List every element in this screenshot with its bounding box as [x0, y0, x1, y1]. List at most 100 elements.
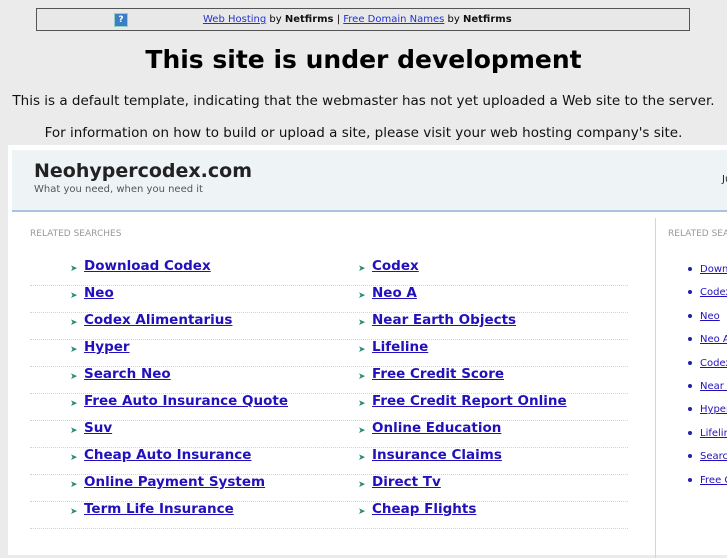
arrow-icon: ➤ [358, 507, 366, 517]
by-text: by [447, 14, 460, 25]
site-header: Neohypercodex.com What you need, when yo… [12, 150, 727, 212]
arrow-icon: ➤ [70, 480, 78, 490]
web-hosting-link[interactable]: Web Hosting [203, 14, 266, 25]
sidebar-item: Neo [668, 311, 727, 322]
related-link[interactable]: Free Credit Score [372, 366, 504, 382]
arrow-icon: ➤ [358, 264, 366, 274]
bullet-icon [688, 384, 692, 388]
related-link[interactable]: Direct Tv [372, 474, 441, 490]
sidebar-link[interactable]: Neo [700, 311, 720, 322]
bullet-icon [688, 477, 692, 482]
list-row: ➤ Cheap Auto Insurance ➤ Insurance Claims [30, 447, 628, 475]
related-link[interactable]: Codex Alimentarius [84, 312, 232, 328]
sidebar-link[interactable]: Near Earth Objects [700, 381, 727, 392]
related-link[interactable]: Free Credit Report Online [372, 393, 567, 409]
related-link[interactable]: Term Life Insurance [84, 501, 234, 517]
brand: Netfirms [463, 14, 512, 25]
bullet-icon [688, 267, 692, 271]
related-link[interactable]: Neo [84, 285, 114, 301]
bullet-icon [688, 290, 692, 295]
arrow-icon: ➤ [70, 372, 78, 382]
list-row: ➤ Term Life Insurance ➤ Cheap Flights [30, 501, 628, 529]
bullet-icon [688, 313, 692, 318]
site-name: Neohypercodex.com [34, 160, 252, 182]
arrow-icon: ➤ [358, 318, 366, 328]
related-link[interactable]: Insurance Claims [372, 447, 502, 463]
sidebar-related-label: RELATED SEARCHES [668, 229, 727, 239]
sidebar-item: Codex [668, 287, 727, 298]
sidebar-item: Lifeline [668, 428, 727, 439]
arrow-icon: ➤ [70, 264, 78, 274]
by-text: by [269, 14, 282, 25]
sidebar-item: Hyper [668, 404, 727, 415]
arrow-icon: ➤ [358, 453, 366, 463]
arrow-icon: ➤ [358, 345, 366, 355]
bullet-icon [688, 454, 692, 459]
info-line-1: This is a default template, indicating t… [12, 93, 715, 109]
info-line-2: For information on how to build or uploa… [44, 125, 683, 141]
list-row: ➤ Search Neo ➤ Free Credit Score [30, 366, 628, 394]
related-link[interactable]: Lifeline [372, 339, 428, 355]
bullet-icon [688, 337, 692, 342]
related-link[interactable]: Near Earth Objects [372, 312, 516, 328]
bullet-icon [688, 407, 692, 412]
list-row: ➤ Download Codex ➤ Codex [30, 258, 628, 286]
arrow-icon: ➤ [70, 345, 78, 355]
related-link[interactable]: Neo A [372, 285, 417, 301]
related-link[interactable]: Search Neo [84, 366, 171, 382]
sidebar-item: Free Credit Score [668, 475, 727, 486]
sidebar-link[interactable]: Download Codex [700, 264, 727, 275]
related-link[interactable]: Hyper [84, 339, 130, 355]
free-domain-link[interactable]: Free Domain Names [343, 14, 444, 25]
arrow-icon: ➤ [358, 291, 366, 301]
related-searches-label: RELATED SEARCHES [30, 229, 122, 239]
bullet-icon [688, 430, 692, 435]
header-right-text: Ju [722, 174, 727, 185]
sidebar-link[interactable]: Lifeline [700, 428, 727, 439]
top-banner: ? Web Hosting by Netfirms | Free Domain … [36, 8, 690, 31]
related-link[interactable]: Free Auto Insurance Quote [84, 393, 288, 409]
parked-page-panel: Neohypercodex.com What you need, when yo… [8, 145, 727, 558]
arrow-icon: ➤ [358, 399, 366, 409]
list-row: ➤ Suv ➤ Online Education [30, 420, 628, 448]
related-link[interactable]: Online Education [372, 420, 501, 436]
arrow-icon: ➤ [358, 480, 366, 490]
sidebar-item: Search Neo [668, 451, 727, 462]
arrow-icon: ➤ [70, 399, 78, 409]
related-link[interactable]: Cheap Flights [372, 501, 476, 517]
sidebar-link[interactable]: Neo A [700, 334, 727, 345]
list-row: ➤ Codex Alimentarius ➤ Near Earth Objects [30, 312, 628, 340]
sidebar-link[interactable]: Search Neo [700, 451, 727, 462]
separator: | [336, 14, 341, 25]
sidebar-item: Codex Alimentarius [668, 358, 727, 369]
arrow-icon: ➤ [70, 291, 78, 301]
brand: Netfirms [284, 14, 334, 25]
sidebar-item: Neo A [668, 334, 727, 345]
related-link[interactable]: Codex [372, 258, 419, 274]
list-row: ➤ Free Auto Insurance Quote ➤ Free Credit R… [30, 393, 628, 421]
sidebar-link[interactable]: Codex Alimentarius [700, 358, 727, 369]
related-link[interactable]: Download Codex [84, 258, 211, 274]
arrow-icon: ➤ [70, 426, 78, 436]
arrow-icon: ➤ [70, 453, 78, 463]
list-row: ➤ Neo ➤ Neo A [30, 285, 628, 313]
site-tagline: What you need, when you need it [34, 184, 203, 195]
list-row: ➤ Online Payment System ➤ Direct Tv [30, 474, 628, 502]
sidebar-link[interactable]: Hyper [700, 404, 727, 415]
related-link[interactable]: Online Payment System [84, 474, 265, 490]
related-link[interactable]: Cheap Auto Insurance [84, 447, 251, 463]
arrow-icon: ➤ [358, 372, 366, 382]
sidebar-item: Download Codex [668, 264, 727, 275]
column-divider [655, 218, 656, 558]
arrow-icon: ➤ [358, 426, 366, 436]
list-row: ➤ Hyper ➤ Lifeline [30, 339, 628, 367]
page-title: This site is under development [145, 45, 582, 74]
bullet-icon [688, 360, 692, 365]
sidebar-link[interactable]: Codex [700, 287, 727, 298]
sidebar-item: Near Earth Objects [668, 381, 727, 392]
arrow-icon: ➤ [70, 507, 78, 517]
sidebar-link[interactable]: Free Credit Score [700, 475, 727, 486]
help-icon[interactable]: ? [114, 13, 128, 27]
arrow-icon: ➤ [70, 318, 78, 328]
related-link[interactable]: Suv [84, 420, 112, 436]
